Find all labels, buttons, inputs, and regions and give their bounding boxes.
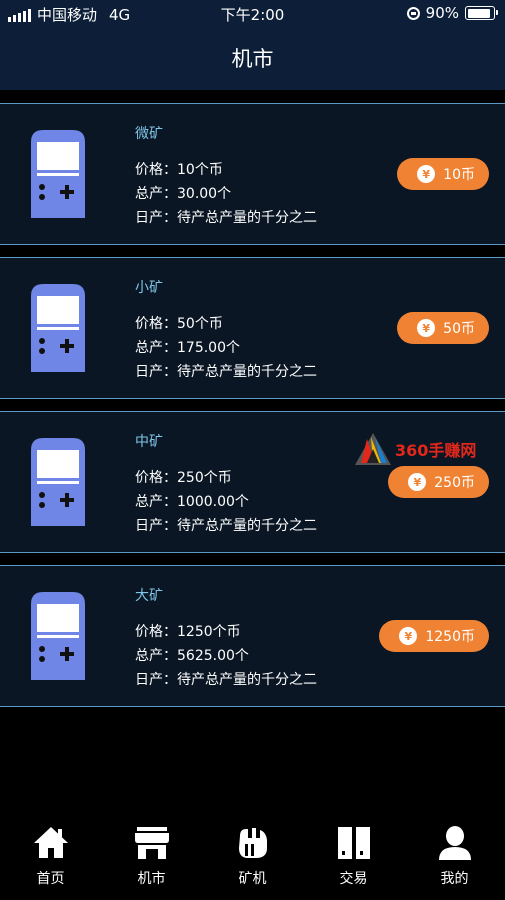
buy-button[interactable]: ¥250币 [388,466,489,498]
yen-icon: ¥ [399,627,418,645]
daily-value: 待产总产量的千分之二 [177,672,317,688]
item-total: 总产：5625.00个 [135,645,249,665]
status-bar: 中国移动 4G 下午2:00 90% [0,0,505,28]
item-daily: 日产：待产总产量的千分之二 [135,207,317,227]
buy-button[interactable]: ¥10币 [397,158,489,190]
tab-bar: 首页 机市 矿机 交易 我的 [0,812,505,900]
tab-profile[interactable]: 我的 [404,812,505,900]
miner-device-icon [31,130,85,218]
total-label: 总产： [135,494,177,510]
miner-card-dakuang[interactable]: 大矿 价格：1250个币 总产：5625.00个 日产：待产总产量的千分之二 ¥… [0,565,505,707]
total-label: 总产： [135,186,177,202]
item-total: 总产：1000.00个 [135,491,249,511]
yen-icon: ¥ [417,319,436,337]
total-value: 30.00个 [177,186,232,202]
tab-miner[interactable]: 矿机 [202,812,303,900]
watermark: 360手赚网 [353,431,503,467]
daily-label: 日产： [135,364,177,380]
buy-button[interactable]: ¥50币 [397,312,489,344]
item-total: 总产：175.00个 [135,337,240,357]
daily-value: 待产总产量的千分之二 [177,518,317,534]
buy-button[interactable]: ¥1250币 [379,620,489,652]
daily-value: 待产总产量的千分之二 [177,364,317,380]
miner-icon [239,828,267,858]
tab-label: 机市 [137,871,166,887]
watermark-logo-icon [355,433,391,465]
tab-home[interactable]: 首页 [0,812,101,900]
price-label: 价格： [135,470,177,486]
daily-label: 日产： [135,518,177,534]
status-right: 90% [406,4,498,22]
tab-trade[interactable]: 交易 [303,812,404,900]
tab-label: 首页 [36,871,65,887]
tab-label: 我的 [440,871,469,887]
trade-icon [338,827,370,859]
watermark-text: 360手赚网 [395,441,477,460]
total-label: 总产： [135,648,177,664]
battery-percent: 90% [425,4,459,22]
item-total: 总产：30.00个 [135,183,231,203]
total-value: 5625.00个 [177,648,249,664]
buy-button-label: 10币 [443,167,475,183]
item-price: 价格：10个币 [135,159,223,179]
price-value: 250个币 [177,470,232,486]
item-price: 价格：250个币 [135,467,232,487]
buy-button-label: 50币 [443,321,475,337]
item-name: 小矿 [135,280,163,296]
buy-button-label: 1250币 [425,629,475,645]
yen-icon: ¥ [408,473,427,491]
yen-icon: ¥ [417,165,436,183]
item-price: 价格：50个币 [135,313,223,333]
price-label: 价格： [135,316,177,332]
price-label: 价格： [135,624,177,640]
tab-label: 矿机 [238,871,267,887]
tab-label: 交易 [339,871,368,887]
item-daily: 日产：待产总产量的千分之二 [135,515,317,535]
orientation-lock-icon [406,6,420,20]
miner-card-weikuang[interactable]: 微矿 价格：10个币 总产：30.00个 日产：待产总产量的千分之二 ¥10币 [0,103,505,245]
tab-market[interactable]: 机市 [101,812,202,900]
daily-label: 日产： [135,672,177,688]
user-icon [439,826,471,860]
item-name: 大矿 [135,588,163,604]
page-title: 机市 [231,47,274,71]
item-daily: 日产：待产总产量的千分之二 [135,669,317,689]
miner-device-icon [31,438,85,526]
price-label: 价格： [135,162,177,178]
total-value: 175.00个 [177,340,240,356]
battery-level-fill [467,8,490,18]
price-value: 1250个币 [177,624,241,640]
miner-device-icon [31,592,85,680]
total-value: 1000.00个 [177,494,249,510]
daily-value: 待产总产量的千分之二 [177,210,317,226]
total-label: 总产： [135,340,177,356]
item-price: 价格：1250个币 [135,621,241,641]
item-name: 微矿 [135,126,163,142]
miner-device-icon [31,284,85,372]
battery-icon [465,6,498,20]
item-name: 中矿 [135,434,163,450]
buy-button-label: 250币 [434,475,475,491]
item-daily: 日产：待产总产量的千分之二 [135,361,317,381]
price-value: 10个币 [177,162,223,178]
miner-card-xiaokuang[interactable]: 小矿 价格：50个币 总产：175.00个 日产：待产总产量的千分之二 ¥50币 [0,257,505,399]
home-icon [34,827,68,858]
store-icon [135,827,169,859]
navigation-bar: 机市 [0,28,505,90]
price-value: 50个币 [177,316,223,332]
daily-label: 日产： [135,210,177,226]
